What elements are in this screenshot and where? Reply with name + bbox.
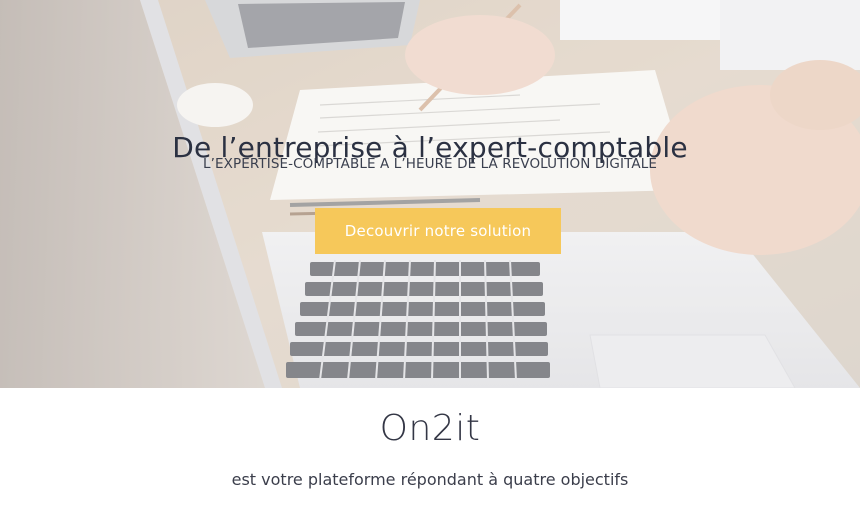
hero-banner: De l’entreprise à l’expert-comptable L’E… (0, 0, 860, 388)
hero-subtitle: L’EXPERTISE-COMPTABLE A L’HEURE DE LA RE… (203, 156, 657, 172)
brand-title: On2it (379, 408, 481, 449)
discover-solution-button[interactable]: Decouvrir notre solution (315, 208, 561, 254)
hero-overlay (0, 0, 860, 388)
brand-tagline: est votre plateforme répondant à quatre … (231, 470, 629, 489)
